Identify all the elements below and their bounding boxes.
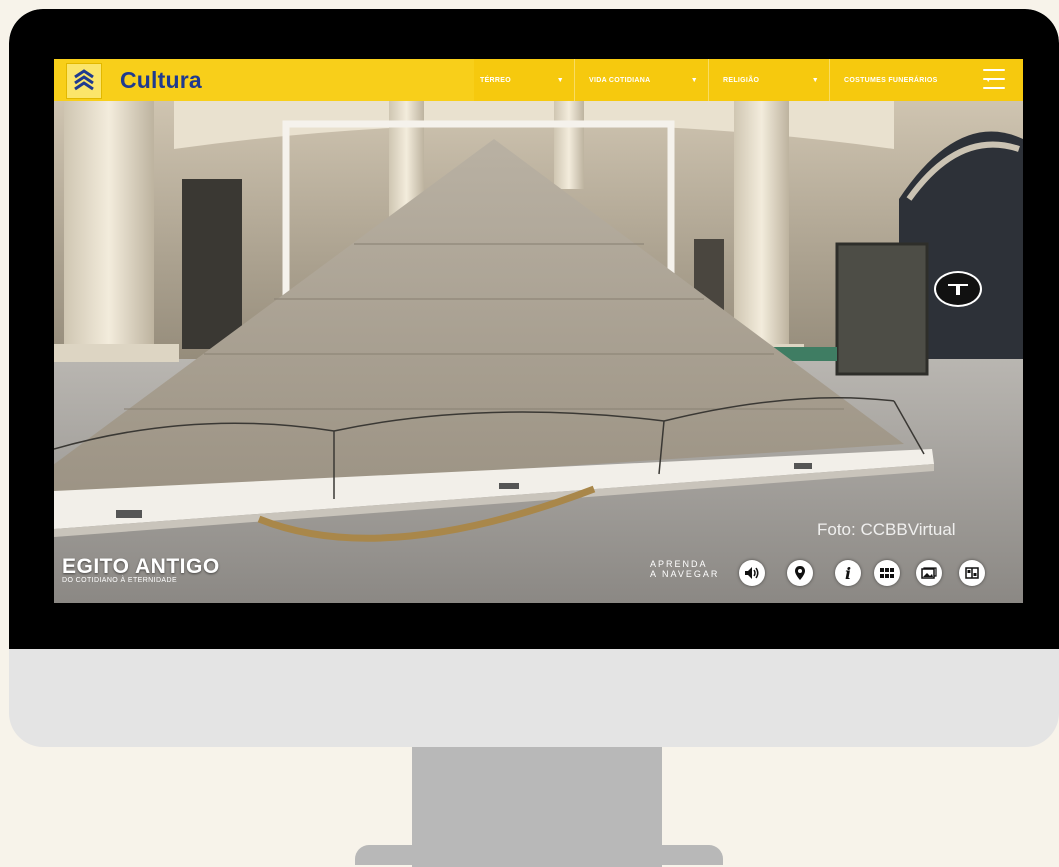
split-view-icon — [965, 567, 979, 579]
split-view-button[interactable] — [959, 560, 985, 586]
nav-item-label: TÉRREO — [480, 76, 511, 84]
learn-line-2: A NAVEGAR — [650, 569, 720, 579]
nav-item-religiao[interactable]: RELIGIÃO ▼ — [709, 59, 830, 101]
nav-item-costumes-funerarios[interactable]: COSTUMES FUNERÁRIOS ▼ — [830, 59, 1002, 101]
gallery-button[interactable] — [916, 560, 942, 586]
grid-icon — [880, 568, 894, 578]
brand-area — [54, 59, 474, 101]
nav-item-label: RELIGIÃO — [723, 76, 760, 84]
chevron-down-icon: ▼ — [811, 76, 819, 84]
hotspot-arrow-icon[interactable] — [934, 271, 982, 307]
gallery-icon — [921, 567, 937, 579]
sound-icon — [745, 567, 759, 579]
nav-item-vida-cotidiana[interactable]: VIDA COTIDIANA ▼ — [575, 59, 709, 101]
monitor-stand-base — [355, 845, 723, 865]
nav-item-label: COSTUMES FUNERÁRIOS — [844, 76, 938, 84]
menu-icon[interactable] — [983, 69, 1005, 89]
bank-logo-icon[interactable] — [66, 63, 102, 99]
info-icon: i — [844, 563, 852, 583]
brand-name[interactable]: Cultura — [120, 67, 202, 94]
map-pin-icon — [795, 566, 805, 580]
exhibit-subtitle: DO COTIDIANO À ETERNIDADE — [62, 577, 178, 584]
main-nav: TÉRREO ▼ VIDA COTIDIANA ▼ RELIGIÃO ▼ COS… — [466, 59, 1002, 101]
learn-to-navigate-link[interactable]: APRENDA A NAVEGAR — [650, 559, 719, 579]
chevron-down-icon: ▼ — [556, 76, 564, 84]
sound-button[interactable] — [739, 560, 765, 586]
nav-item-label: VIDA COTIDIANA — [589, 76, 651, 84]
map-button[interactable] — [787, 560, 813, 586]
top-navigation-bar: Cultura TÉRREO ▼ VIDA COTIDIANA ▼ RELIGI… — [54, 59, 1023, 101]
virtual-tour-screen[interactable]: Cultura TÉRREO ▼ VIDA COTIDIANA ▼ RELIGI… — [54, 59, 1023, 603]
info-button[interactable]: i — [835, 560, 861, 586]
exhibit-title: EGITO ANTIGO — [62, 555, 220, 578]
learn-line-1: APRENDA — [650, 559, 708, 569]
nav-item-terreo[interactable]: TÉRREO ▼ — [466, 59, 575, 101]
chevron-down-icon: ▼ — [690, 76, 698, 84]
photo-credit: Foto: CCBBVirtual — [817, 520, 956, 539]
grid-button[interactable] — [874, 560, 900, 586]
